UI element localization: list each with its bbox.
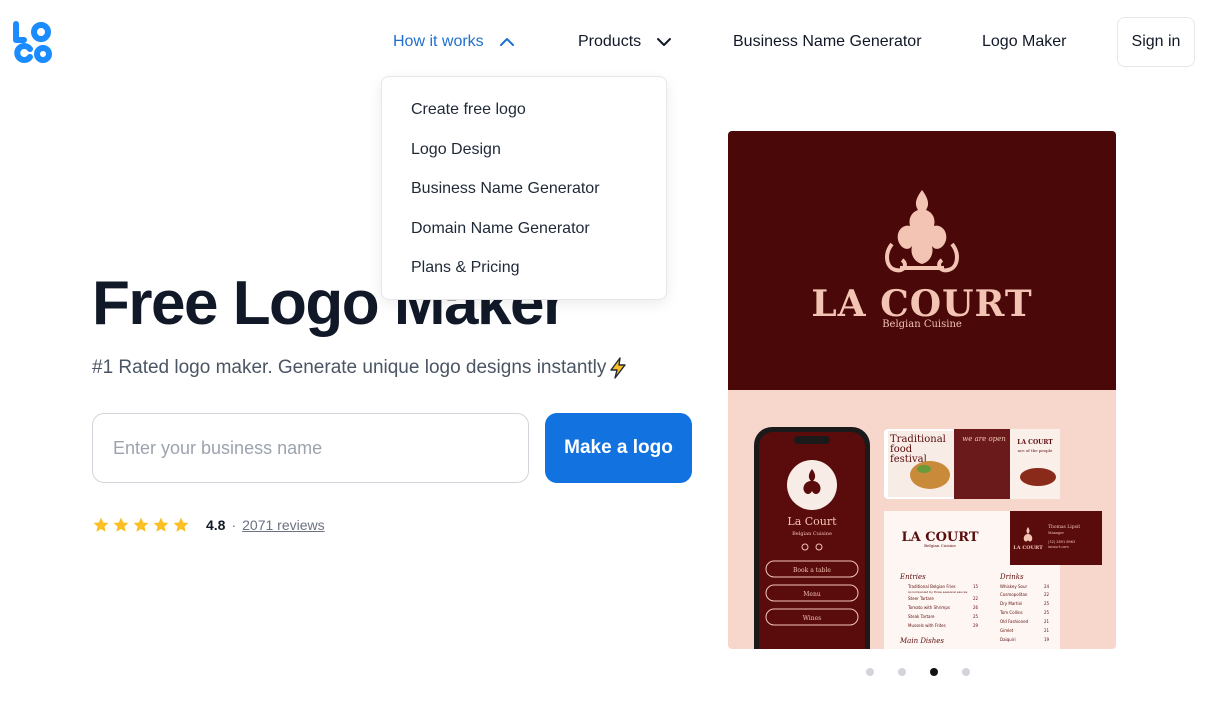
menu-drink: Gimlet [1000,628,1014,633]
business-name-input[interactable] [92,413,529,483]
phone-brand-name: La Court [787,515,837,528]
dropdown-item-logo-design[interactable]: Logo Design [382,130,666,170]
rating-row: 4.8 · 2071 reviews [92,516,325,534]
card3-brand: LA COURT [1017,439,1053,446]
nav-products[interactable]: Products [578,17,673,67]
star-icon [93,517,109,532]
phone-brand-tagline: Belgian Cuisine [792,531,832,537]
bizcard-role: Manager [1048,531,1064,535]
star-icon [133,517,149,532]
menu-entry-price: 29 [973,623,979,628]
lightning-bolt-icon [610,357,627,379]
rating-separator: · [231,517,237,533]
bizcard-name: Thomas Lipsit [1048,524,1080,530]
star-icon [173,517,189,532]
star-icon [113,517,129,532]
make-a-logo-button[interactable]: Make a logo [545,413,692,483]
menu-entry: Traditional Belgian Fries [907,584,956,589]
menu-entry-note: Accompanied by three seasonal sauces [908,590,968,594]
menu-entry-price: 26 [973,605,979,610]
nav-business-name-generator-label: Business Name Generator [733,33,922,50]
menu-drink: Daiquiri [1000,637,1016,642]
menu-drink-price: 21 [1044,619,1050,624]
menu-main-title: Main Dishes [899,637,944,645]
menu-drink-price: 25 [1044,601,1050,606]
menu-entry: Tomato with Shrimps [907,605,950,610]
menu-entries-title: Entries [899,573,926,581]
showcase-brand-tagline: Belgian Cuisine [882,319,962,330]
nav-logo-maker[interactable]: Logo Maker [982,17,1067,67]
menu-drink-price: 19 [1044,637,1050,642]
menu-entry-price: 22 [973,596,979,601]
menu-drink: Dry Martini [1000,601,1022,606]
nav-how-it-works[interactable]: How it works [393,17,516,67]
bizcard-phone: (32) 2891 8963 [1048,540,1075,544]
nav-logo-maker-label: Logo Maker [982,33,1067,50]
social-cards: Traditional food festival we are open LA… [884,429,1060,499]
star-icon [153,517,169,532]
menu-drink-price: 21 [1044,628,1050,633]
menu-drink: Whiskey Sour [1000,584,1027,589]
carousel-dots [866,668,970,676]
hero-subtitle-text: #1 Rated logo maker. Generate unique log… [92,357,607,378]
reviews-link[interactable]: 2071 reviews [242,517,325,533]
rating-score: 4.8 [206,517,226,533]
menu-drinks-title: Drinks [999,573,1024,581]
menu-drink-price: 24 [1044,584,1050,589]
menu-tagline: Belgian Cuisine [924,543,956,548]
phone-button-menu: Menu [803,591,821,598]
menu-entry: Mussels with Frites [908,623,946,628]
showcase-illustration: LA COURT Belgian Cuisine La Court Belgia… [728,131,1116,649]
dropdown-item-domain-name-generator[interactable]: Domain Name Generator [382,209,666,249]
sign-in-button[interactable]: Sign in [1117,17,1195,67]
menu-drink: Tom Collins [999,610,1023,615]
star-rating [92,516,190,534]
carousel-dot[interactable] [866,668,874,676]
dropdown-item-plans-pricing[interactable]: Plans & Pricing [382,248,666,288]
nav-business-name-generator[interactable]: Business Name Generator [733,17,922,67]
dropdown-item-business-name-generator[interactable]: Business Name Generator [382,169,666,209]
carousel-dot-active[interactable] [930,668,938,676]
carousel-dot[interactable] [898,668,906,676]
nav-products-label: Products [578,33,642,50]
top-nav: How it works Products Business Name Gene… [0,17,1207,67]
business-card: LA COURT Thomas Lipsit Manager (32) 2891… [1010,511,1102,565]
chevron-down-icon [657,38,672,46]
carousel-dot[interactable] [962,668,970,676]
card3-text: ace of the people [1018,448,1053,453]
menu-drink-price: 25 [1044,610,1050,615]
how-it-works-dropdown: Create free logo Logo Design Business Na… [381,76,667,300]
menu-entry: Steer Tartare [908,596,934,601]
phone-button-book: Book a table [793,567,831,574]
logo-showcase-image: LA COURT Belgian Cuisine La Court Belgia… [728,131,1116,649]
card2-text: we are open [962,435,1006,443]
chevron-up-icon [499,38,514,46]
menu-entry: Steak Tartare [908,614,935,619]
nav-how-it-works-label: How it works [393,33,484,50]
menu-drink-price: 22 [1044,592,1050,597]
menu-drink: Cosmopolitan [1000,592,1028,597]
menu-entry-price: 25 [973,614,979,619]
bizcard-web: lacourt.com [1048,545,1069,549]
bizcard-brand: LA COURT [1013,545,1043,551]
menu-entry-price: 15 [973,584,979,589]
dropdown-item-create-free-logo[interactable]: Create free logo [382,90,666,130]
phone-mockup: La Court Belgian Cuisine Book a table Me… [754,427,870,649]
hero-subtitle: #1 Rated logo maker. Generate unique log… [92,356,629,380]
menu-drink: Old Fashioned [1000,619,1029,624]
phone-button-wines: Wines [803,615,821,622]
